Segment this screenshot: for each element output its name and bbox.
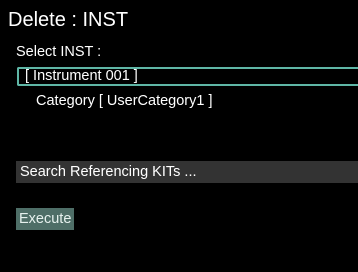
execute-button[interactable]: Execute [16,208,75,230]
instrument-selector[interactable]: [ Instrument 001 ] [17,67,358,86]
delete-inst-screen: Delete : INST Select INST : [ Instrument… [0,0,358,272]
select-inst-label: Select INST : [16,44,102,60]
search-referencing-kits-status: Search Referencing KITs ... [16,161,358,183]
page-title: Delete : INST [8,9,129,31]
category-info: Category [ UserCategory1 ] [36,93,213,109]
